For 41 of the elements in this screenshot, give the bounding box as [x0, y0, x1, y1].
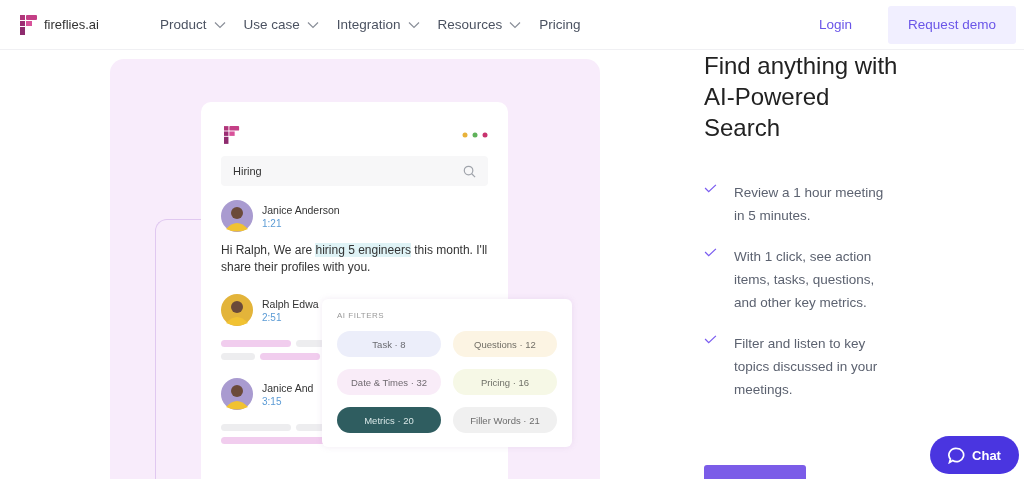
feature-text: With 1 click, see action items, tasks, questions, and other key metrics.	[734, 248, 876, 312]
filter-chip[interactable]: Filler Words · 21	[453, 407, 557, 433]
section-heading: Find anything with AI-Powered Search	[704, 51, 899, 143]
timestamp[interactable]: 3:15	[262, 395, 282, 407]
filter-chip[interactable]: Questions · 12	[453, 331, 557, 357]
avatar	[221, 294, 253, 326]
chat-button[interactable]: Chat	[930, 436, 1019, 474]
avatar	[221, 200, 253, 232]
check-icon	[704, 184, 717, 193]
brand-name[interactable]: fireflies.ai	[44, 17, 99, 32]
message-text: Hi Ralph, We are hiring 5 engineers this month. I'll share their profiles with you.	[221, 242, 488, 276]
timestamp[interactable]: 2:51	[262, 311, 282, 323]
timestamp[interactable]: 1:21	[262, 217, 282, 229]
logo-icon	[20, 14, 38, 35]
filter-chip[interactable]: Pricing · 16	[453, 369, 557, 395]
avatar	[221, 378, 253, 410]
speaker-name: Janice And	[262, 381, 314, 394]
panel-title: AI FILTERS	[337, 311, 386, 320]
check-icon	[704, 248, 717, 257]
nav-link[interactable]: Pricing	[539, 17, 581, 32]
nav-link[interactable]: Product	[160, 17, 226, 32]
speaker-name: Ralph Edwa	[262, 297, 319, 310]
logo-icon	[224, 126, 240, 144]
feature-text: Review a 1 hour meeting in 5 minutes.	[734, 184, 885, 225]
check-icon	[704, 335, 717, 344]
nav-link[interactable]: Resources	[437, 17, 522, 32]
window-dots-icon	[462, 132, 488, 138]
login-link[interactable]: Login	[818, 17, 852, 32]
skeleton-line	[221, 340, 291, 347]
chat-bubble-icon	[948, 446, 966, 464]
filter-chip[interactable]: Task · 8	[337, 331, 441, 357]
nav-link[interactable]: Use case	[243, 17, 319, 32]
speaker-name: Janice Anderson	[262, 203, 340, 216]
filter-chip[interactable]: Date & Times · 32	[337, 369, 441, 395]
search-icon	[463, 164, 476, 178]
nav-link[interactable]: Integration	[336, 17, 420, 32]
filter-chip[interactable]: Metrics · 20	[337, 407, 441, 433]
request-demo-button[interactable]: Request demo	[888, 5, 1016, 44]
skeleton-line	[260, 353, 320, 360]
search-field[interactable]: Hiring	[221, 156, 488, 186]
feature-text: Filter and listen to key topics discussed in your meetings.	[734, 335, 879, 399]
